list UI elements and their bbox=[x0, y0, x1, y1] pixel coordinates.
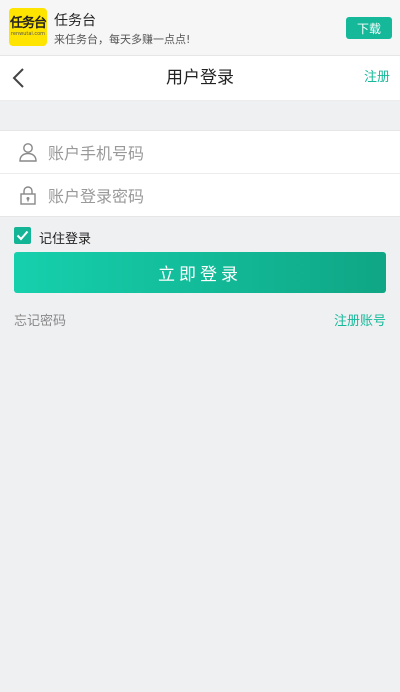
logo-subtext: renwutai.com bbox=[10, 30, 46, 37]
register-account-link[interactable]: 注册账号 bbox=[334, 310, 386, 329]
download-button[interactable]: 下载 bbox=[346, 17, 392, 39]
checkmark-icon bbox=[16, 230, 29, 241]
header-register-link[interactable]: 注册 bbox=[364, 56, 390, 100]
remember-label[interactable]: 记住登录 bbox=[39, 228, 91, 247]
app-description: 来任务台，每天多赚一点点! bbox=[54, 33, 191, 46]
forgot-password-link[interactable]: 忘记密码 bbox=[14, 310, 66, 329]
password-input[interactable] bbox=[46, 174, 380, 218]
logo-text: 任务台 bbox=[9, 15, 47, 31]
account-row bbox=[0, 131, 400, 175]
app-download-banner: 任务台 renwutai.com 任务台 来任务台，每天多赚一点点! 下载 bbox=[0, 0, 400, 56]
app-name: 任务台 bbox=[54, 13, 96, 29]
password-row bbox=[0, 173, 400, 218]
page-header: 用户登录 注册 bbox=[0, 56, 400, 101]
app-logo[interactable]: 任务台 renwutai.com bbox=[9, 8, 47, 46]
page-title: 用户登录 bbox=[166, 68, 234, 88]
account-phone-input[interactable] bbox=[46, 131, 380, 175]
lock-icon bbox=[20, 186, 36, 205]
remember-login-row: 记住登录 bbox=[0, 217, 400, 255]
login-button[interactable]: 立即登录 bbox=[14, 252, 386, 293]
login-form bbox=[0, 130, 400, 218]
remember-checkbox[interactable] bbox=[14, 227, 31, 244]
user-icon bbox=[19, 143, 37, 162]
